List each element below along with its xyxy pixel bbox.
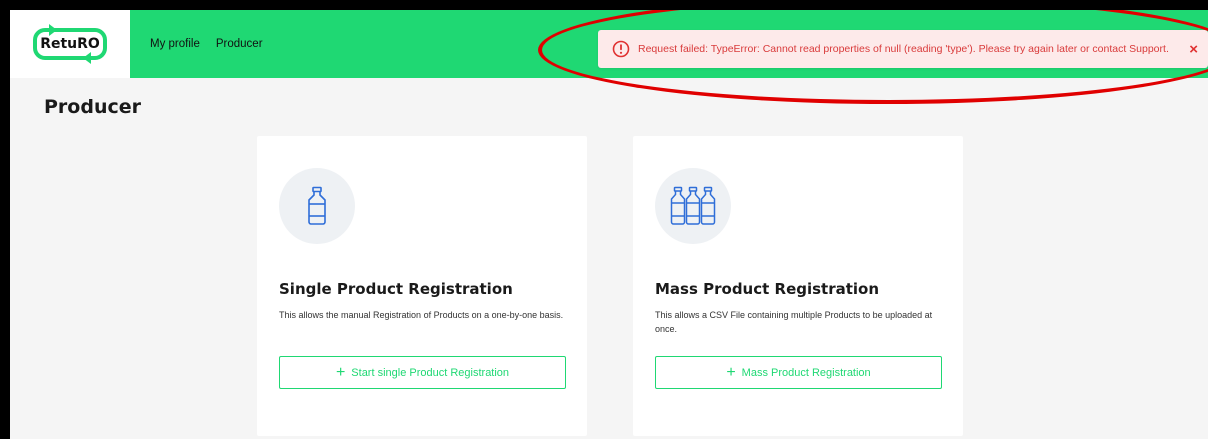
returo-logo: RetuRO [31, 22, 109, 66]
card-title: Single Product Registration [279, 280, 513, 298]
nav-my-profile[interactable]: My profile [150, 38, 200, 50]
bottle-icon [308, 186, 326, 225]
single-registration-card: Single Product Registration This allows … [257, 136, 587, 436]
error-toast: Request failed: TypeError: Cannot read p… [598, 30, 1208, 68]
page-title: Producer [44, 96, 141, 118]
nav-producer[interactable]: Producer [216, 38, 263, 50]
plus-icon: + [726, 363, 736, 381]
error-icon [612, 40, 630, 58]
app-window: RetuRO My profile Producer Request faile… [10, 10, 1208, 439]
bottles-icon [670, 186, 716, 225]
main-nav: My profile Producer [150, 10, 263, 78]
icon-circle [655, 168, 731, 244]
error-message: Request failed: TypeError: Cannot read p… [638, 43, 1169, 55]
icon-circle [279, 168, 355, 244]
start-single-registration-button[interactable]: + Start single Product Registration [279, 356, 566, 389]
logo-text: RetuRO [40, 36, 100, 52]
button-label: Mass Product Registration [741, 366, 871, 379]
mass-registration-button[interactable]: + Mass Product Registration [655, 356, 942, 389]
card-description: This allows the manual Registration of P… [279, 310, 564, 320]
close-icon[interactable]: × [1189, 41, 1198, 58]
card-description: This allows a CSV File containing multip… [655, 310, 933, 334]
logo-container[interactable]: RetuRO [10, 10, 130, 78]
plus-icon: + [335, 363, 346, 381]
card-title: Mass Product Registration [655, 280, 880, 298]
button-label: Start single Product Registration [351, 366, 510, 379]
mass-registration-card: Mass Product Registration This allows a … [633, 136, 963, 436]
